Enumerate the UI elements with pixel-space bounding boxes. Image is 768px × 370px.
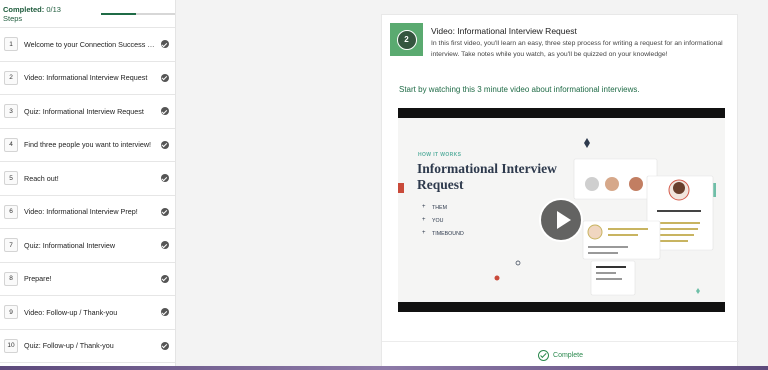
step-title: Quiz: Informational Interview Request [24,106,144,116]
step-number: 3 [4,104,18,119]
bottom-strip [0,366,768,370]
step-item[interactable]: 6 Video: Informational Interview Prep! [0,195,175,229]
progress-bar [100,12,175,15]
lesson-header: 2 Video: Informational Interview Request… [382,15,737,60]
play-icon[interactable] [539,198,583,242]
check-circle-icon [161,107,169,116]
complete-label: Complete [553,352,583,359]
step-list: 1 Welcome to your Connection Success Pat.… [0,28,175,363]
check-circle-icon [161,73,169,82]
step-number: 7 [4,238,18,253]
complete-button[interactable]: Complete [382,341,739,369]
progress-fill [100,12,136,15]
video-thumbnail: HOW IT WORKS Informational Interview Req… [398,118,725,302]
step-item[interactable]: 9 Video: Follow-up / Thank-you [0,296,175,330]
lesson-number: 2 [396,29,417,50]
step-item[interactable]: 10 Quiz: Follow-up / Thank-you [0,329,175,363]
lesson-intro: Start by watching this 3 minute video ab… [399,85,640,94]
step-item[interactable]: 1 Welcome to your Connection Success Pat.… [0,28,175,62]
lesson-text: Video: Informational Interview Request I… [431,23,731,60]
step-number: 9 [4,305,18,320]
step-item[interactable]: 4 Find three people you want to interview… [0,128,175,162]
check-circle-icon [161,174,169,183]
video-bullet: TIMEBOUND [422,230,464,237]
progress-text: Completed: 0/13 Steps [3,4,61,23]
step-title: Find three people you want to interview! [24,140,152,150]
progress-header: Completed: 0/13 Steps [0,0,175,28]
check-circle-icon [161,40,169,49]
step-number: 1 [4,37,18,52]
video-bullets: THEM YOU TIMEBOUND [422,204,464,244]
step-item[interactable]: 3 Quiz: Informational Interview Request [0,95,175,129]
lesson-badge: 2 [390,23,423,56]
step-number: 8 [4,271,18,286]
check-circle-icon [161,241,169,250]
video-bullet: THEM [422,204,464,211]
step-number: 4 [4,137,18,152]
step-title: Video: Informational Interview Request [24,73,148,83]
step-item[interactable]: 8 Prepare! [0,262,175,296]
check-circle-icon [538,350,550,361]
step-item[interactable]: 2 Video: Informational Interview Request [0,61,175,95]
step-title: Prepare! [24,274,52,284]
check-circle-icon [161,274,169,283]
step-title: Quiz: Follow-up / Thank-you [24,341,114,351]
course-sidebar: Completed: 0/13 Steps 1 Welcome to your C… [0,0,176,370]
step-title: Quiz: Informational Interview [24,240,116,250]
video-player[interactable]: HOW IT WORKS Informational Interview Req… [398,108,725,312]
step-title: Reach out! [24,173,59,183]
video-bullet: YOU [422,217,464,224]
check-circle-icon [161,140,169,149]
step-number: 6 [4,204,18,219]
check-circle-icon [161,341,169,350]
lesson-card: 2 Video: Informational Interview Request… [381,14,739,370]
step-title: Video: Follow-up / Thank-you [24,307,118,317]
step-item[interactable]: 7 Quiz: Informational Interview [0,229,175,263]
check-circle-icon [161,308,169,317]
step-title: Welcome to your Connection Success Pat..… [24,39,159,49]
video-title: Informational Interview Request [417,161,557,192]
step-title: Video: Informational Interview Prep! [24,207,138,217]
step-number: 2 [4,70,18,85]
lesson-title: Video: Informational Interview Request [431,26,577,36]
step-number: 5 [4,171,18,186]
lesson-description: In this first video, you'll learn an eas… [431,40,723,58]
step-item[interactable]: 5 Reach out! [0,162,175,196]
video-eyebrow: HOW IT WORKS [418,152,462,158]
step-number: 10 [4,338,18,353]
check-circle-icon [161,207,169,216]
